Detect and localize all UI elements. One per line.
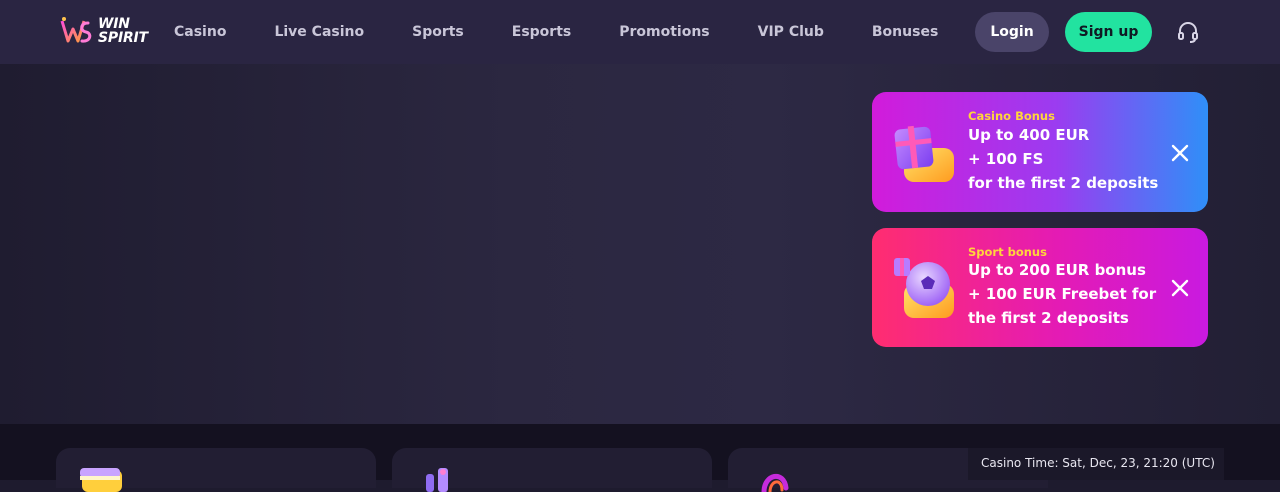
signup-button[interactable]: Sign up [1065, 12, 1152, 52]
bonus-description: Up to 200 EUR bonus + 100 EUR Freebet fo… [968, 258, 1156, 330]
nav-item-casino[interactable]: Casino [174, 24, 226, 40]
bonus-tag: Casino Bonus [968, 109, 1055, 123]
headset-icon[interactable] [1176, 20, 1200, 44]
brand-line-1: WIN [98, 16, 130, 32]
casino-time: Casino Time: Sat, Dec, 23, 21:20 (UTC) [981, 456, 1215, 470]
main-nav: Casino Live Casino Sports Esports Promot… [174, 0, 986, 64]
sport-bonus-card[interactable]: Sport bonus Up to 200 EUR bonus + 100 EU… [872, 228, 1208, 347]
ring-icon [761, 474, 789, 492]
brand-line-2: SPIRIT [98, 30, 148, 46]
gift-box-icon [894, 125, 954, 182]
close-icon[interactable] [1168, 141, 1192, 165]
dice-icon [426, 468, 448, 492]
nav-item-promotions[interactable]: Promotions [619, 24, 709, 40]
category-card-casino[interactable] [56, 448, 376, 492]
brand-logo[interactable]: WIN SPIRIT [58, 13, 148, 49]
login-button[interactable]: Login [975, 12, 1049, 52]
nav-item-esports[interactable]: Esports [512, 24, 571, 40]
bonus-line: Up to 400 EUR [968, 126, 1090, 144]
casino-bonus-card[interactable]: Casino Bonus Up to 400 EUR + 100 FS for … [872, 92, 1208, 212]
logo-mark-icon [60, 17, 92, 43]
cards-stack-icon [80, 468, 122, 492]
bonus-line: for the first 2 deposits [968, 174, 1159, 192]
bonus-line: the first 2 deposits [968, 309, 1129, 327]
bonus-line: + 100 EUR Freebet for [968, 285, 1157, 303]
bonus-tag: Sport bonus [968, 245, 1047, 259]
bonus-line: Up to 200 EUR bonus [968, 261, 1146, 279]
close-icon[interactable] [1168, 276, 1192, 300]
brand-wordmark: WIN SPIRIT [98, 17, 148, 45]
nav-item-vip-club[interactable]: VIP Club [758, 24, 824, 40]
nav-item-sports[interactable]: Sports [412, 24, 464, 40]
nav-item-bonuses[interactable]: Bonuses [872, 24, 938, 40]
soccer-ball-icon [894, 258, 954, 318]
category-card-live-casino[interactable] [392, 448, 712, 492]
bonus-line: + 100 FS [968, 150, 1044, 168]
top-header: WIN SPIRIT Casino Live Casino Sports Esp… [0, 0, 1280, 64]
nav-item-live-casino[interactable]: Live Casino [274, 24, 364, 40]
bonus-description: Up to 400 EUR + 100 FS for the first 2 d… [968, 123, 1158, 195]
